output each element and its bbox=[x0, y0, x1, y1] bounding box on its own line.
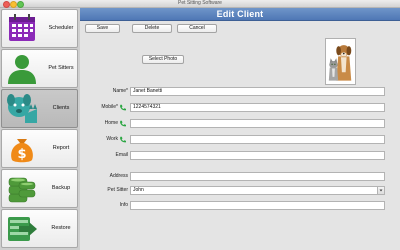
address-label: Address bbox=[109, 173, 128, 179]
toolbar: Save Delete Cancel bbox=[80, 21, 400, 37]
sidebar-item-label: Pet Sitters bbox=[48, 65, 74, 71]
sidebar-item-label: Report bbox=[52, 145, 70, 151]
home-phone-field[interactable] bbox=[130, 119, 385, 128]
name-field[interactable]: Janet Banetti bbox=[130, 87, 385, 96]
sidebar-item-label: Backup bbox=[51, 185, 71, 191]
cancel-button[interactable]: Cancel bbox=[177, 24, 217, 33]
sidebar-item-restore[interactable]: Restore bbox=[1, 209, 78, 248]
pet-sitter-label: Pet Sitter bbox=[107, 187, 128, 193]
calendar-icon bbox=[9, 14, 35, 41]
sidebar-item-clients[interactable]: Clients bbox=[1, 89, 78, 128]
pets-icon bbox=[7, 94, 37, 123]
sidebar-item-pet-sitters[interactable]: Pet Sitters bbox=[1, 49, 78, 88]
phone-icon[interactable] bbox=[119, 120, 126, 127]
client-photo bbox=[325, 38, 356, 85]
header-bar: Edit Client bbox=[80, 8, 400, 21]
sidebar-item-backup[interactable]: Backup bbox=[1, 169, 78, 208]
edit-client-panel: Edit Client Save Delete Cancel Select Ph… bbox=[80, 8, 400, 250]
pet-photo-image bbox=[326, 39, 355, 84]
database-icon bbox=[8, 177, 36, 203]
pet-sitter-value: John bbox=[133, 187, 144, 193]
page-title: Edit Client bbox=[216, 9, 264, 19]
svg-text:$: $ bbox=[17, 147, 26, 162]
sidebar-item-label: Scheduler bbox=[48, 25, 74, 31]
home-label: Home bbox=[104, 120, 118, 126]
info-label: Info bbox=[119, 202, 128, 208]
money-bag-icon: $ bbox=[11, 139, 33, 163]
restore-arrow-icon bbox=[8, 217, 37, 241]
person-icon bbox=[8, 55, 36, 84]
sidebar-item-label: Restore bbox=[51, 225, 71, 231]
save-button[interactable]: Save bbox=[85, 24, 120, 33]
select-photo-button[interactable]: Select Photo bbox=[142, 55, 184, 64]
email-field[interactable] bbox=[130, 151, 385, 160]
mobile-field[interactable]: 1224574321 bbox=[130, 103, 385, 112]
work-label: Work bbox=[106, 136, 118, 142]
phone-icon[interactable] bbox=[119, 136, 126, 143]
delete-button[interactable]: Delete bbox=[132, 24, 172, 33]
address-field[interactable] bbox=[130, 172, 385, 181]
info-field[interactable] bbox=[130, 201, 385, 210]
sidebar-item-scheduler[interactable]: Scheduler bbox=[1, 9, 78, 48]
email-label: Email bbox=[115, 152, 128, 158]
mobile-label: Mobile* bbox=[101, 104, 118, 110]
chevron-down-icon[interactable] bbox=[377, 187, 384, 194]
name-label: Name* bbox=[112, 88, 128, 94]
pet-sitter-select[interactable]: John bbox=[130, 186, 385, 195]
phone-icon[interactable] bbox=[119, 104, 126, 111]
sidebar-item-report[interactable]: $ Report bbox=[1, 129, 78, 168]
window-title: Pet Sitting Software bbox=[178, 0, 222, 6]
title-bar: Pet Sitting Software bbox=[0, 0, 400, 8]
sidebar: Scheduler Pet Sitters Clients $ Report B… bbox=[0, 8, 80, 250]
sidebar-item-label: Clients bbox=[52, 105, 70, 111]
work-phone-field[interactable] bbox=[130, 135, 385, 144]
